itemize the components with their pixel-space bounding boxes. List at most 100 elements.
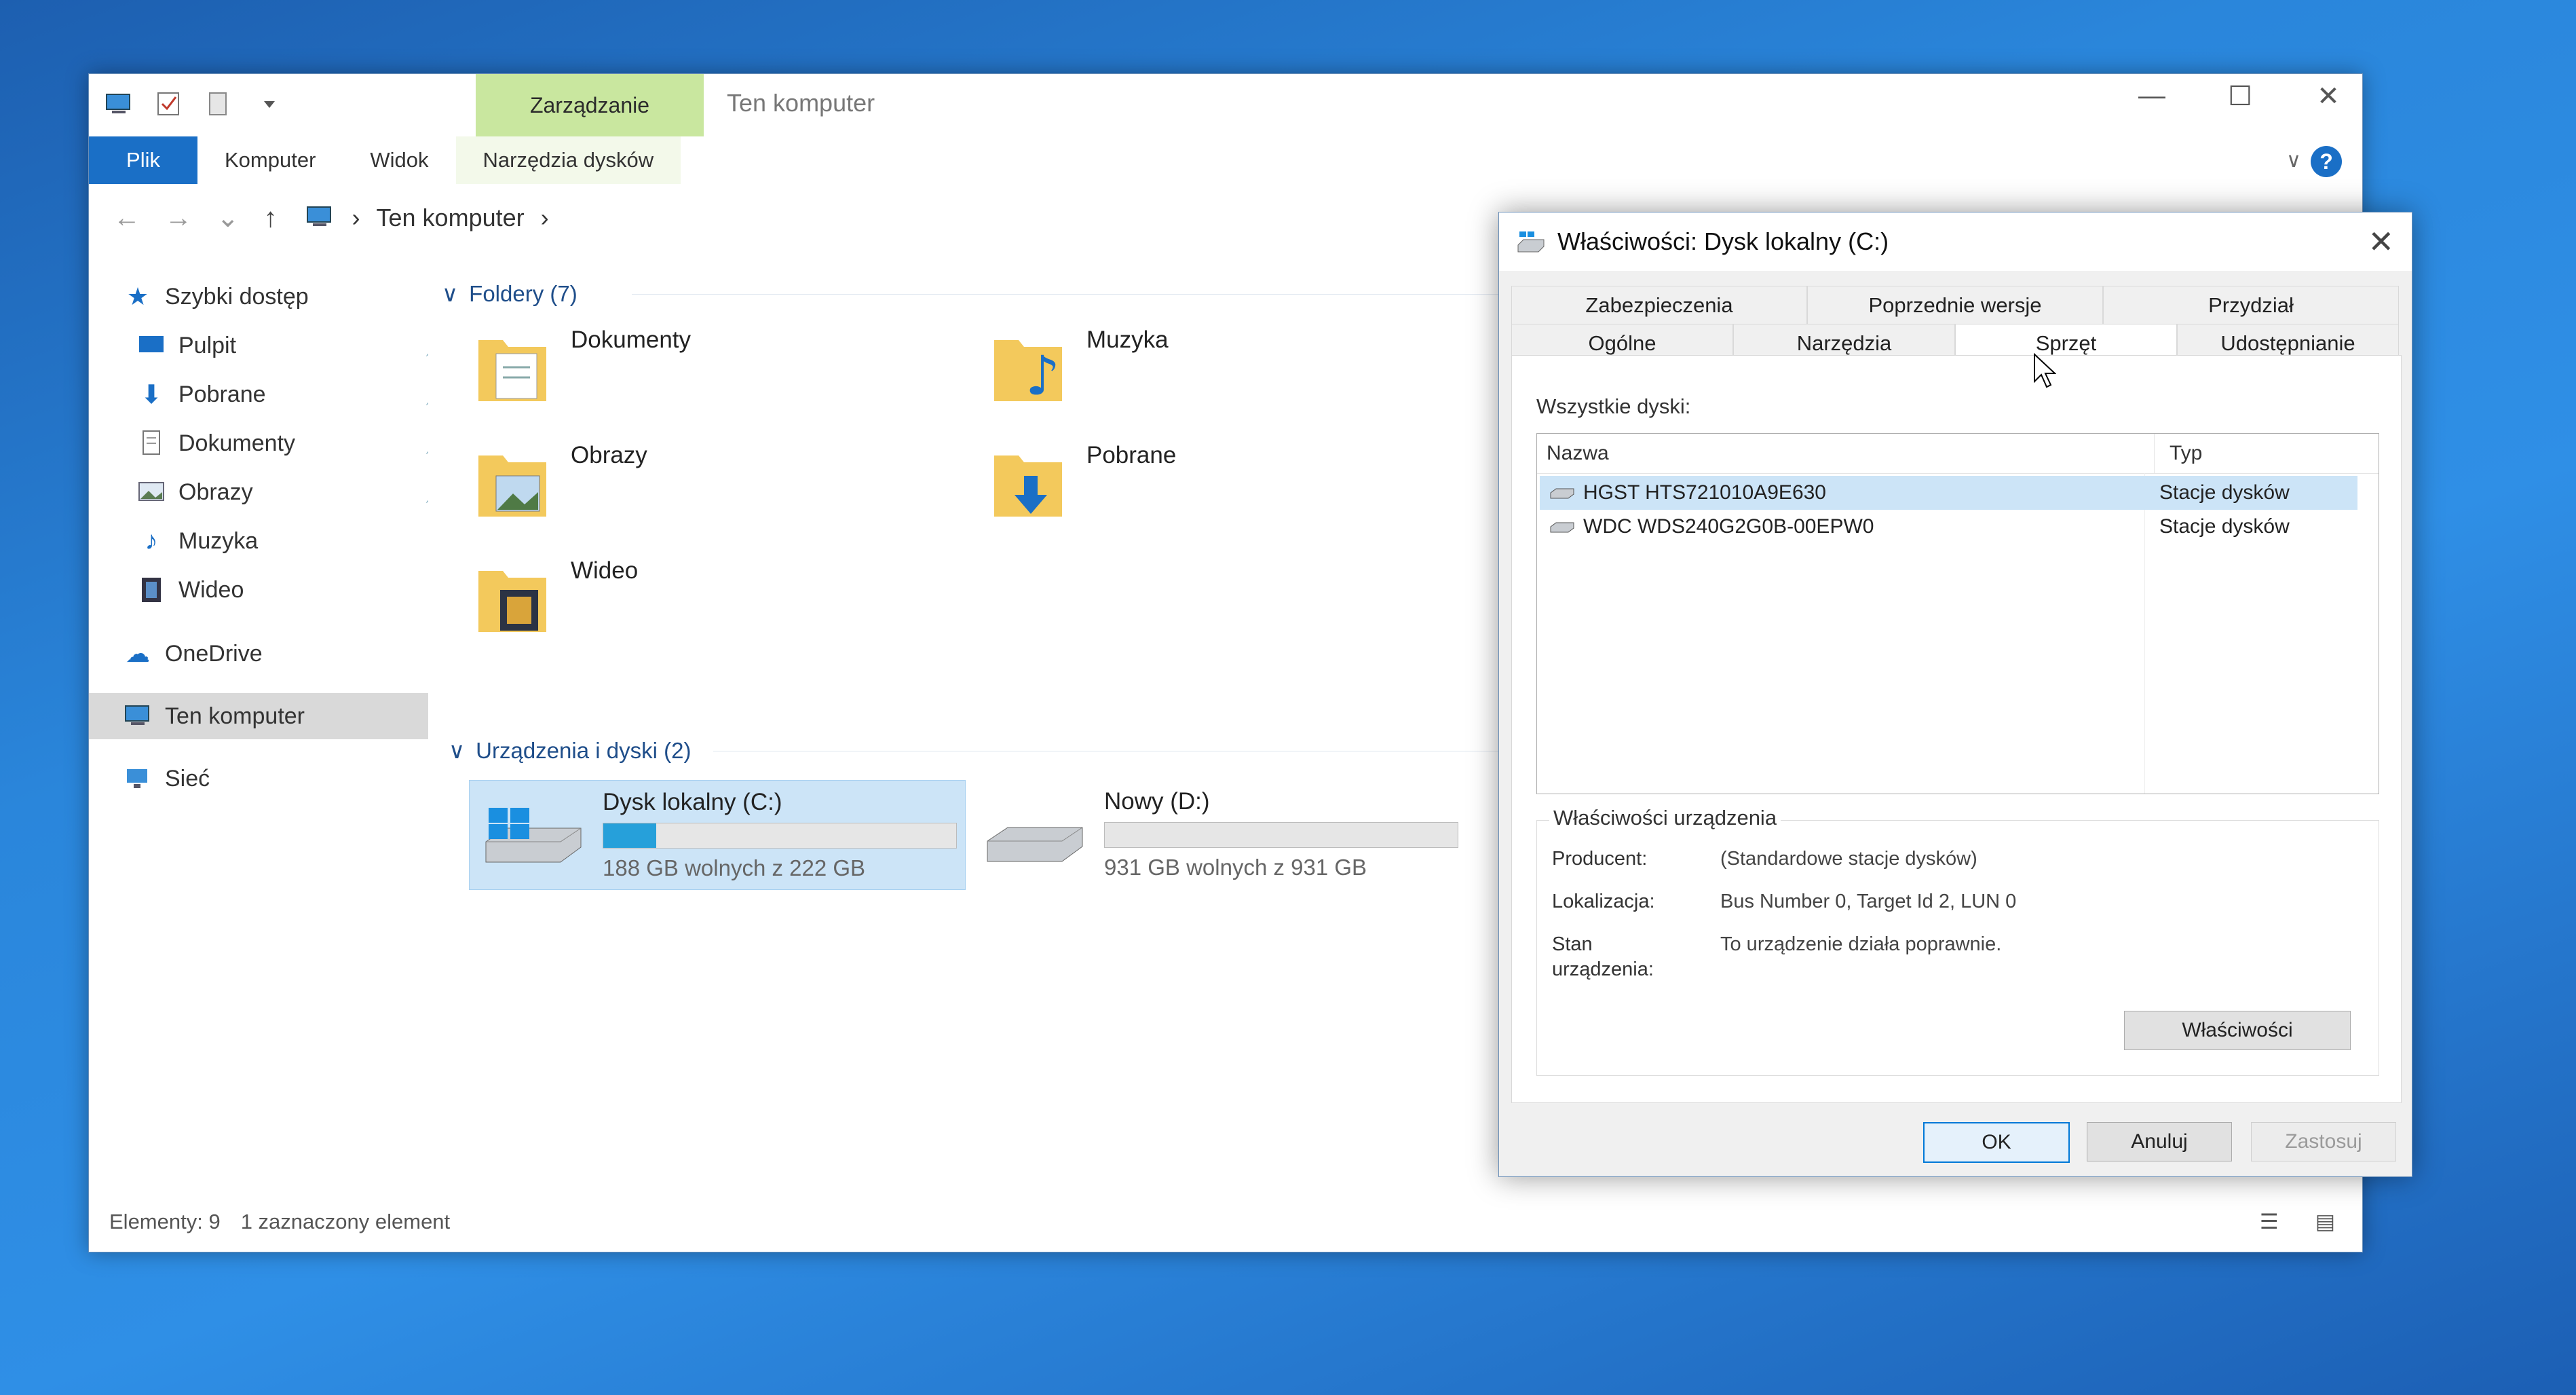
location-label: Lokalizacja: [1552, 891, 1655, 912]
device-status-label-2: urządzenia: [1552, 959, 1654, 980]
disk-type: Stacje dysków [2159, 515, 2290, 538]
device-properties-button[interactable]: Właściwości [2124, 1011, 2351, 1050]
disk-row[interactable]: WDC WDS240G2G0B-00EPW0 Stacje dysków [1540, 510, 2357, 544]
new-folder-icon[interactable] [203, 88, 235, 120]
chevron-down-icon[interactable]: ∨ [449, 737, 465, 764]
system-drive-icon [485, 808, 582, 863]
sidebar-item-onedrive[interactable]: ☁ OneDrive [89, 631, 462, 677]
chevron-down-icon[interactable]: ∨ [442, 280, 458, 307]
disk-list[interactable]: Nazwa Typ HGST HTS721010A9E630 Stacje dy… [1536, 433, 2379, 794]
close-icon[interactable]: ✕ [2308, 81, 2349, 112]
navigation-pane: ★ Szybki dostęp Pulpit 📌 ⬇ Pobrane 📌 Dok… [89, 252, 462, 1195]
location-value: Bus Number 0, Target Id 2, LUN 0 [1720, 891, 2017, 912]
dialog-title: Właściwości: Dysk lokalny (C:) [1557, 227, 1889, 255]
disk-row[interactable]: HGST HTS721010A9E630 Stacje dysków [1540, 476, 2357, 510]
window-title: Ten komputer [727, 89, 875, 117]
ok-button[interactable]: OK [1923, 1122, 2070, 1163]
properties-checkbox-icon[interactable] [153, 88, 185, 120]
folder-label: Muzyka [1086, 327, 1169, 353]
disk-type: Stacje dysków [2159, 481, 2290, 504]
tab-previous-versions[interactable]: Poprzednie wersje [1807, 286, 2103, 324]
devices-group-header[interactable]: ∨ Urządzenia i dyski (2) [449, 737, 691, 764]
sidebar-item-music[interactable]: ♪ Muzyka [89, 518, 476, 564]
apply-button[interactable]: Zastosuj [2251, 1122, 2396, 1161]
minimize-icon[interactable]: — [2132, 81, 2172, 112]
breadcrumb-separator-icon[interactable]: › [541, 204, 549, 232]
close-icon[interactable]: ✕ [2368, 223, 2394, 260]
drive-icon [987, 827, 1083, 862]
sidebar-item-downloads[interactable]: ⬇ Pobrane 📌 [89, 371, 476, 417]
folder-videos-icon [478, 571, 546, 632]
sidebar-item-pictures[interactable]: Obrazy 📌 [89, 469, 476, 515]
sidebar-item-videos[interactable]: Wideo [89, 567, 476, 613]
breadcrumb-separator-icon: › [352, 204, 360, 231]
expand-ribbon-icon[interactable]: ∨ [2286, 149, 2301, 172]
drive-c[interactable]: Dysk lokalny (C:) 188 GB wolnych z 222 G… [469, 780, 966, 890]
sidebar-item-label: Szybki dostęp [165, 283, 309, 310]
large-icons-view-icon[interactable]: ▤ [2315, 1210, 2335, 1234]
music-note-icon: ♪ [145, 526, 158, 555]
manage-context-tab[interactable]: Zarządzanie [476, 74, 704, 136]
folder-videos[interactable]: Wideo [476, 557, 638, 639]
drive-d[interactable]: Nowy (D:) 931 GB wolnych z 931 GB [971, 780, 1466, 889]
column-header-name[interactable]: Nazwa [1537, 434, 2155, 473]
sidebar-item-label: Obrazy [178, 479, 253, 505]
cloud-icon: ☁ [126, 639, 150, 667]
folders-group-header[interactable]: ∨ Foldery (7) [442, 280, 577, 307]
disk-name: HGST HTS721010A9E630 [1583, 481, 1826, 504]
folder-pictures-icon [478, 455, 546, 517]
sidebar-item-this-pc[interactable]: Ten komputer [89, 693, 462, 739]
folder-music[interactable]: ♪ Muzyka [991, 327, 1169, 408]
details-view-icon[interactable]: ☰ [2260, 1210, 2279, 1234]
desktop-icon [136, 332, 166, 359]
disk-drive-icon [1550, 522, 1574, 533]
drive-usage-bar [603, 823, 957, 849]
forward-arrow-icon[interactable]: → [165, 203, 192, 234]
sidebar-item-label: Sieć [165, 765, 210, 792]
folder-documents[interactable]: Dokumenty [476, 327, 691, 408]
folder-downloads[interactable]: Pobrane [991, 442, 1176, 523]
sidebar-item-quick-access[interactable]: ★ Szybki dostęp [89, 274, 462, 320]
cancel-button[interactable]: Anuluj [2087, 1122, 2232, 1161]
disk-drive-icon [1550, 488, 1574, 499]
device-status-value: To urządzenie działa poprawnie. [1720, 933, 2002, 955]
help-icon[interactable]: ? [2311, 146, 2342, 177]
customize-dropdown-icon[interactable] [253, 88, 286, 120]
group-title: Foldery (7) [469, 280, 577, 306]
sidebar-item-label: Pobrane [178, 381, 266, 407]
sidebar-item-network[interactable]: Sieć [89, 756, 462, 802]
breadcrumb[interactable]: › Ten komputer › [305, 204, 549, 232]
divider [632, 294, 1650, 295]
ribbon-tabs: Plik Komputer Widok Narzędzia dysków [89, 136, 2362, 185]
svg-text:♪: ♪ [1025, 344, 1060, 407]
status-bar: Elementy: 9 1 zaznaczony element ☰ ▤ [89, 1192, 2362, 1252]
up-arrow-icon[interactable]: ↑ [264, 203, 278, 234]
selection-count: 1 zaznaczony element [240, 1210, 451, 1233]
device-properties-group: Właściwości urządzenia Producent: (Stand… [1536, 806, 2379, 1076]
tab-view[interactable]: Widok [343, 136, 455, 184]
device-status-label: Stan [1552, 933, 1593, 955]
drive-usage-bar [1104, 822, 1458, 848]
breadcrumb-this-pc[interactable]: Ten komputer [377, 204, 525, 232]
all-disks-label: Wszystkie dyski: [1536, 394, 1691, 418]
mouse-cursor-icon [2034, 353, 2056, 388]
back-arrow-icon[interactable]: ← [113, 203, 140, 234]
tab-quota[interactable]: Przydział [2103, 286, 2399, 324]
sidebar-item-label: Muzyka [178, 527, 259, 554]
sidebar-item-desktop[interactable]: Pulpit 📌 [89, 322, 476, 369]
sidebar-item-label: Pulpit [178, 332, 237, 358]
tab-security[interactable]: Zabezpieczenia [1511, 286, 1807, 324]
tab-disk-tools[interactable]: Narzędzia dysków [455, 136, 681, 184]
maximize-icon[interactable]: ☐ [2220, 81, 2260, 112]
sidebar-item-documents[interactable]: Dokumenty 📌 [89, 420, 476, 466]
drive-free-space: 931 GB wolnych z 931 GB [1104, 855, 1367, 880]
dialog-tabs-top: Zabezpieczenia Poprzednie wersje Przydzi… [1511, 286, 2399, 324]
tab-computer[interactable]: Komputer [197, 136, 343, 184]
folder-downloads-icon [994, 455, 1062, 517]
recent-dropdown-icon[interactable]: ⌄ [216, 202, 240, 234]
folder-pictures[interactable]: Obrazy [476, 442, 647, 523]
title-bar: Zarządzanie Ten komputer — ☐ ✕ [89, 74, 2362, 136]
computer-icon[interactable] [102, 88, 135, 120]
tab-file[interactable]: Plik [89, 136, 197, 184]
column-header-type[interactable]: Typ [2155, 434, 2202, 473]
